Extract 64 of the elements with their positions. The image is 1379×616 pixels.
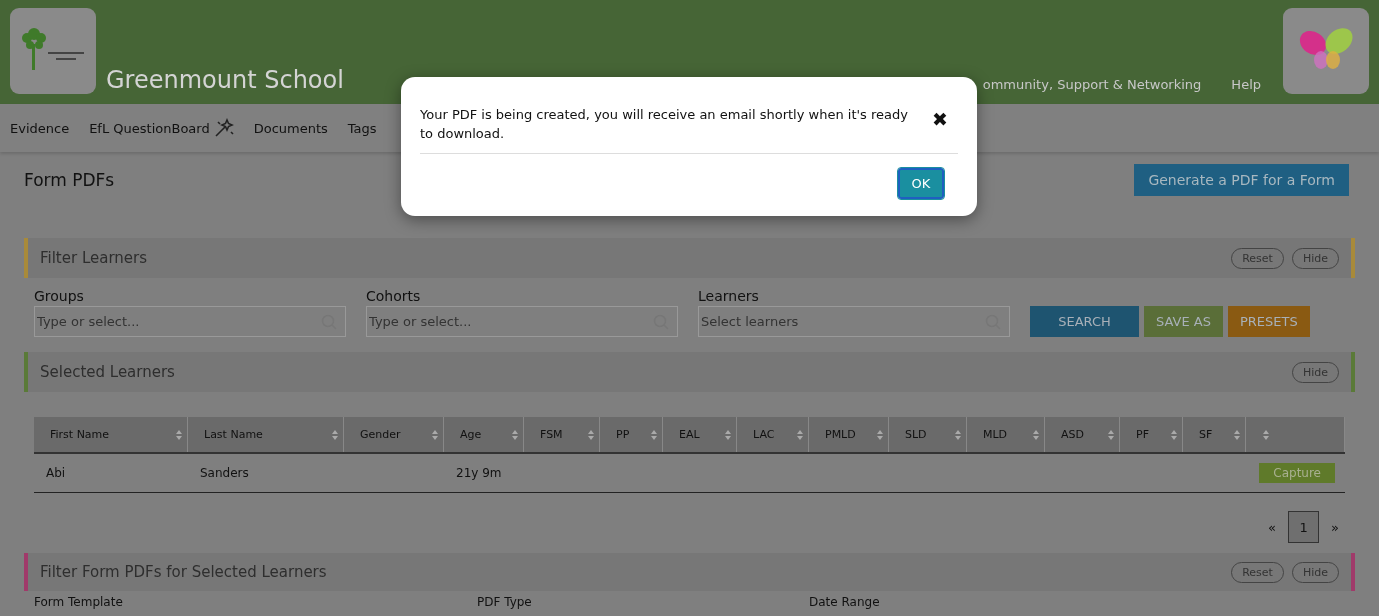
sort-icon [175, 428, 183, 441]
capture-button[interactable]: Capture [1259, 463, 1335, 483]
nav-link[interactable]: Tags [347, 120, 377, 136]
search-field[interactable]: Select learners [698, 306, 1010, 337]
column-header[interactable]: FSM [524, 417, 600, 452]
column-header[interactable]: SF [1183, 417, 1246, 452]
column-header[interactable]: PP [600, 417, 663, 452]
field-label: Learners [698, 288, 760, 304]
nav-link[interactable]: Evidence [10, 120, 70, 136]
column-header[interactable]: LAC [737, 417, 809, 452]
column-header[interactable]: MLD [967, 417, 1045, 452]
field-label: Cohorts [366, 288, 422, 304]
column-header[interactable]: Age [444, 417, 524, 452]
sort-icon [587, 428, 595, 441]
sort-icon [1170, 428, 1178, 441]
section-title: Filter Learners [40, 249, 148, 267]
column-header[interactable]: Gender [344, 417, 444, 452]
dialog-message: Your PDF is being created, you will receive an email shortly when it's ready to download. [420, 106, 909, 143]
table-cell: Abi [46, 466, 66, 480]
close-button[interactable]: ✖ [932, 108, 958, 131]
field-label: Groups [34, 288, 85, 304]
school-name: Greenmount School [106, 66, 344, 94]
header-link[interactable]: ommunity, Support & Networking [982, 77, 1202, 92]
page-title: Form PDFs [24, 170, 115, 190]
search-field[interactable]: Type or select... [366, 306, 678, 337]
sort-icon [511, 428, 519, 441]
sort-icon [1233, 428, 1241, 441]
sort-icon [331, 428, 339, 441]
nav-link[interactable]: Documents [253, 120, 328, 136]
column-header[interactable]: Last Name [188, 417, 344, 452]
table-cell: Sanders [200, 466, 249, 480]
section-title: Filter Form PDFs for Selected Learners [40, 563, 327, 581]
sort-icon [876, 428, 884, 441]
sort-icon [1107, 428, 1115, 441]
nav-link[interactable]: EfL QuestionBoard [89, 118, 234, 138]
column-header[interactable]: ASD [1045, 417, 1120, 452]
generate-button[interactable]: Generate a PDF for a Form [1134, 164, 1349, 196]
column-header[interactable]: SLD [889, 417, 967, 452]
next-page-link[interactable]: » [1331, 519, 1339, 535]
column-header[interactable]: EAL [663, 417, 737, 452]
previous-page-link[interactable]: « [1268, 519, 1277, 535]
action-button[interactable]: SEARCH [1030, 306, 1139, 337]
table-cell: 21y 9m [456, 466, 502, 480]
field-label: Date Range [809, 595, 880, 609]
sort-icon [796, 428, 804, 441]
action-button[interactable]: PRESETS [1227, 306, 1310, 337]
field-label: Form Template [34, 595, 124, 609]
column-header[interactable]: PF [1120, 417, 1183, 452]
sort-icon [431, 428, 439, 441]
action-button[interactable]: SAVE AS [1144, 306, 1223, 337]
column-header[interactable]: First Name [34, 417, 188, 452]
header-link[interactable]: Help [1231, 77, 1261, 92]
sort-icon [650, 428, 658, 441]
magic-wand-icon [213, 118, 234, 138]
sort-icon [724, 428, 732, 441]
field-label: PDF Type [477, 595, 533, 609]
page-number[interactable]: 1 [1288, 511, 1320, 543]
sort-icon [954, 428, 962, 441]
section-title: Selected Learners [40, 363, 175, 381]
search-field[interactable]: Type or select... [34, 306, 346, 337]
sort-icon [1262, 428, 1270, 441]
ok-button[interactable]: OK [898, 168, 944, 199]
column-header[interactable]: PMLD [809, 417, 889, 452]
sort-icon [1032, 428, 1040, 441]
